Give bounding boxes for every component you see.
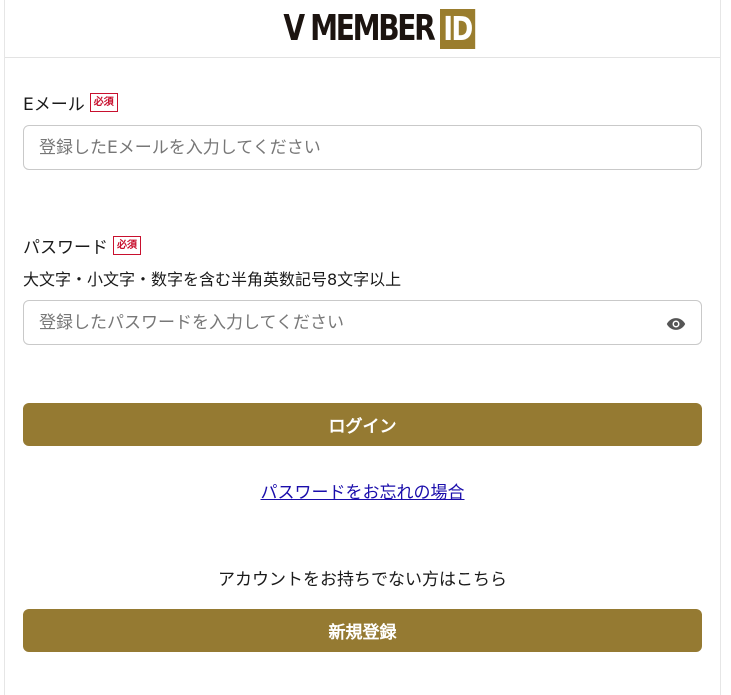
forgot-password-row: パスワードをお忘れの場合 xyxy=(5,478,720,503)
signup-note: アカウントをお持ちでない方はこちら xyxy=(218,570,507,590)
login-button[interactable]: ログイン xyxy=(23,403,702,446)
email-required-badge: 必須 xyxy=(89,93,118,112)
eye-icon[interactable] xyxy=(666,314,686,334)
logo-badge: ID xyxy=(439,8,475,49)
email-label: Eメール xyxy=(23,95,85,115)
password-label-row: パスワード 必須 xyxy=(23,233,141,258)
password-required-badge: 必須 xyxy=(113,236,141,255)
password-label: パスワード xyxy=(23,238,108,258)
password-hint: 大文字・小文字・数字を含む半角英数記号8文字以上 xyxy=(23,270,402,289)
signup-button[interactable]: 新規登録 xyxy=(23,609,702,652)
email-field[interactable] xyxy=(23,125,702,170)
login-panel: V MEMBER ID Eメール 必須 パスワード 必須 大文字・小文字・数字を… xyxy=(4,0,721,695)
header: V MEMBER ID xyxy=(5,0,720,58)
password-field[interactable] xyxy=(23,300,702,345)
forgot-password-link[interactable]: パスワードをお忘れの場合 xyxy=(261,483,465,503)
v-member-id-logo: V MEMBER ID xyxy=(241,7,483,49)
logo-text: V MEMBER xyxy=(283,7,436,49)
email-label-row: Eメール 必須 xyxy=(23,90,118,115)
